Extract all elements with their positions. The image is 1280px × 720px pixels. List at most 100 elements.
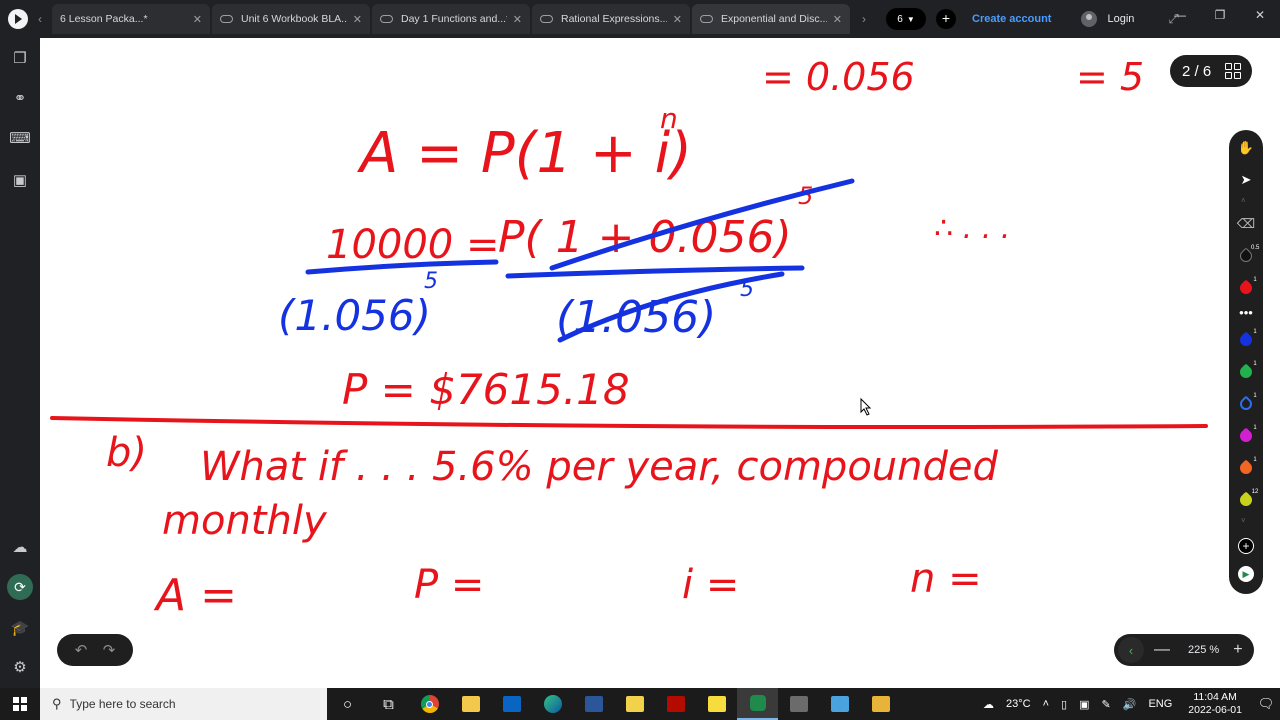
cortana-icon[interactable]: ○ <box>327 688 368 720</box>
ink-formula-exponent: n <box>660 102 678 135</box>
tab-label: Rational Expressions...* <box>561 13 667 25</box>
screen-icon[interactable]: ▣ <box>1073 698 1095 711</box>
save-icon[interactable]: ▣ <box>8 168 32 192</box>
acrobat-icon[interactable] <box>655 688 696 720</box>
binoculars-icon[interactable]: ⚭ <box>8 86 32 110</box>
tool-badge: 0.5 <box>1251 245 1260 251</box>
left-sidebar: ❐ ⚭ ⌨ ▣ ☁ ⟳ 🎓 ⚙ <box>0 38 40 688</box>
clock-time: 11:04 AM <box>1193 691 1237 703</box>
tab-scroll-right-icon[interactable]: › <box>852 12 876 26</box>
tool-badge: 1 <box>1253 393 1257 399</box>
weather-icon[interactable]: ☁ <box>977 698 1000 711</box>
zoom-in-button[interactable]: + <box>1233 641 1242 659</box>
tab-rational-expressions[interactable]: Rational Expressions...* ✕ <box>532 4 690 34</box>
tab-count-dropdown[interactable]: 6 ▼ <box>886 8 926 30</box>
tab-day1-functions[interactable]: Day 1 Functions and...* ✕ <box>372 4 530 34</box>
outlook-icon[interactable] <box>491 688 532 720</box>
edge-icon[interactable] <box>532 688 573 720</box>
whiteboard-app-icon[interactable] <box>737 688 778 720</box>
add-tab-button[interactable]: + <box>936 9 956 29</box>
chevron-left-icon[interactable]: ‹ <box>1118 637 1144 663</box>
calculator-icon[interactable] <box>778 688 819 720</box>
chevron-down-icon[interactable]: ˅ <box>1241 516 1246 525</box>
login-button[interactable]: Login <box>1081 11 1134 27</box>
file-explorer-icon[interactable] <box>450 688 491 720</box>
redo-icon[interactable]: ↷ <box>103 641 116 659</box>
add-tool-icon[interactable]: + <box>1236 536 1256 556</box>
chevron-up-icon[interactable]: ˄ <box>1037 698 1055 710</box>
whiteboard-canvas[interactable]: = 0.056 = 5 A = P(1 + i) n 10000 = P( 1 … <box>40 38 1280 688</box>
system-tray: ☁ 23°C ˄ ▯ ▣ ✎ 🔊 ENG 11:04 AM 2022-06-01… <box>977 688 1280 720</box>
keyboard-icon[interactable]: ⌨ <box>8 126 32 150</box>
pages-icon[interactable]: ❐ <box>8 46 32 70</box>
tab-count-value: 6 <box>897 13 903 25</box>
graduation-cap-icon[interactable]: 🎓 <box>8 616 32 640</box>
undo-icon[interactable]: ↶ <box>75 641 88 659</box>
tab-scroll-left-icon[interactable]: ‹ <box>28 12 52 26</box>
ink-top-value-2: = 5 <box>1076 55 1144 99</box>
notification-icon[interactable]: 🗨 <box>1252 688 1280 720</box>
clock[interactable]: 11:04 AM 2022-06-01 <box>1178 691 1252 717</box>
zoom-out-button[interactable]: — <box>1154 641 1170 659</box>
notepad-icon[interactable] <box>819 688 860 720</box>
task-view-icon[interactable]: ⧉ <box>368 688 409 720</box>
pen-icon[interactable]: ✎ <box>1096 698 1117 711</box>
ink-denominator-right: (1.056) <box>556 292 716 343</box>
classroom-icon[interactable]: ⟳ <box>7 574 33 600</box>
maximize-icon[interactable]: ❐ <box>1200 0 1240 30</box>
ink-top-value-1: = 0.056 <box>762 55 915 99</box>
tool-badge: 12 <box>1251 489 1259 495</box>
create-account-link[interactable]: Create account <box>972 13 1051 25</box>
sticky-notes-icon[interactable] <box>696 688 737 720</box>
close-icon[interactable]: ✕ <box>193 13 202 26</box>
tab-label: Exponential and Disc...* <box>721 13 827 25</box>
ink-part-b-question-line2: monthly <box>162 498 328 544</box>
zoom-level[interactable]: 225 % <box>1188 644 1219 656</box>
chrome-icon[interactable] <box>409 688 450 720</box>
minimize-icon[interactable]: — <box>1160 0 1200 30</box>
page-grid-icon[interactable] <box>1225 63 1242 79</box>
select-arrow-icon[interactable]: ➤ <box>1236 170 1256 190</box>
hand-pan-icon[interactable]: ✋ <box>1236 138 1256 158</box>
cloud-sync-icon[interactable]: ☁ <box>8 535 32 559</box>
page-indicator[interactable]: 2 / 6 <box>1170 55 1252 87</box>
start-button[interactable] <box>0 688 40 720</box>
taskbar-search[interactable]: ⚲ <box>40 688 327 720</box>
temperature[interactable]: 23°C <box>1000 698 1037 710</box>
classroom-tool-icon[interactable] <box>860 688 901 720</box>
ink-denominator-left: (1.056) <box>278 291 431 340</box>
tab-strip: 6 Lesson Packa...* ✕ Unit 6 Workbook BLA… <box>52 0 852 38</box>
windows-logo-icon <box>13 697 27 711</box>
app-mode-icon[interactable]: ▶ <box>1236 564 1256 584</box>
search-input[interactable] <box>69 697 300 711</box>
chevron-up-icon[interactable]: ˄ <box>1241 196 1246 205</box>
undo-redo-controls: ↶ ↷ <box>57 634 133 666</box>
device-icon[interactable]: ▯ <box>1055 698 1073 711</box>
close-icon[interactable]: ✕ <box>513 13 522 26</box>
tab-unit6-workbook[interactable]: Unit 6 Workbook BLA...* ✕ <box>212 4 370 34</box>
tool-badge: 1 <box>1253 425 1257 431</box>
language-indicator[interactable]: ENG <box>1142 698 1178 710</box>
close-icon[interactable]: ✕ <box>673 13 682 26</box>
cloud-icon <box>540 15 553 23</box>
close-window-icon[interactable]: ✕ <box>1240 0 1280 30</box>
more-options-icon[interactable]: ••• <box>1236 302 1256 322</box>
tab-exponential-and-discrete[interactable]: Exponential and Disc...* ✕ <box>692 4 850 34</box>
tab-label: 6 Lesson Packa...* <box>60 13 148 25</box>
ink-result: P = $7615.18 <box>342 365 630 414</box>
windows-taskbar: ⚲ ○ ⧉ ☁ 23°C ˄ ▯ ▣ ✎ 🔊 ENG 11:04 AM 2022… <box>0 688 1280 720</box>
chevron-down-icon: ▼ <box>906 14 915 24</box>
tab-bar: ‹ 6 Lesson Packa...* ✕ Unit 6 Workbook B… <box>0 0 1280 38</box>
word-icon[interactable] <box>573 688 614 720</box>
tab-lesson-package[interactable]: 6 Lesson Packa...* ✕ <box>52 4 210 34</box>
tool-badge: 1 <box>1253 361 1257 367</box>
settings-gear-icon[interactable]: ⚙ <box>8 655 32 679</box>
eraser-icon[interactable]: ⌫ <box>1236 214 1256 234</box>
tab-label: Unit 6 Workbook BLA...* <box>241 13 347 25</box>
paint-icon[interactable] <box>614 688 655 720</box>
close-icon[interactable]: ✕ <box>353 13 362 26</box>
close-icon[interactable]: ✕ <box>833 13 842 26</box>
app-logo-icon[interactable] <box>8 9 28 29</box>
speaker-icon[interactable]: 🔊 <box>1117 698 1143 711</box>
ink-therefore: ∴ . . . <box>934 211 1010 246</box>
